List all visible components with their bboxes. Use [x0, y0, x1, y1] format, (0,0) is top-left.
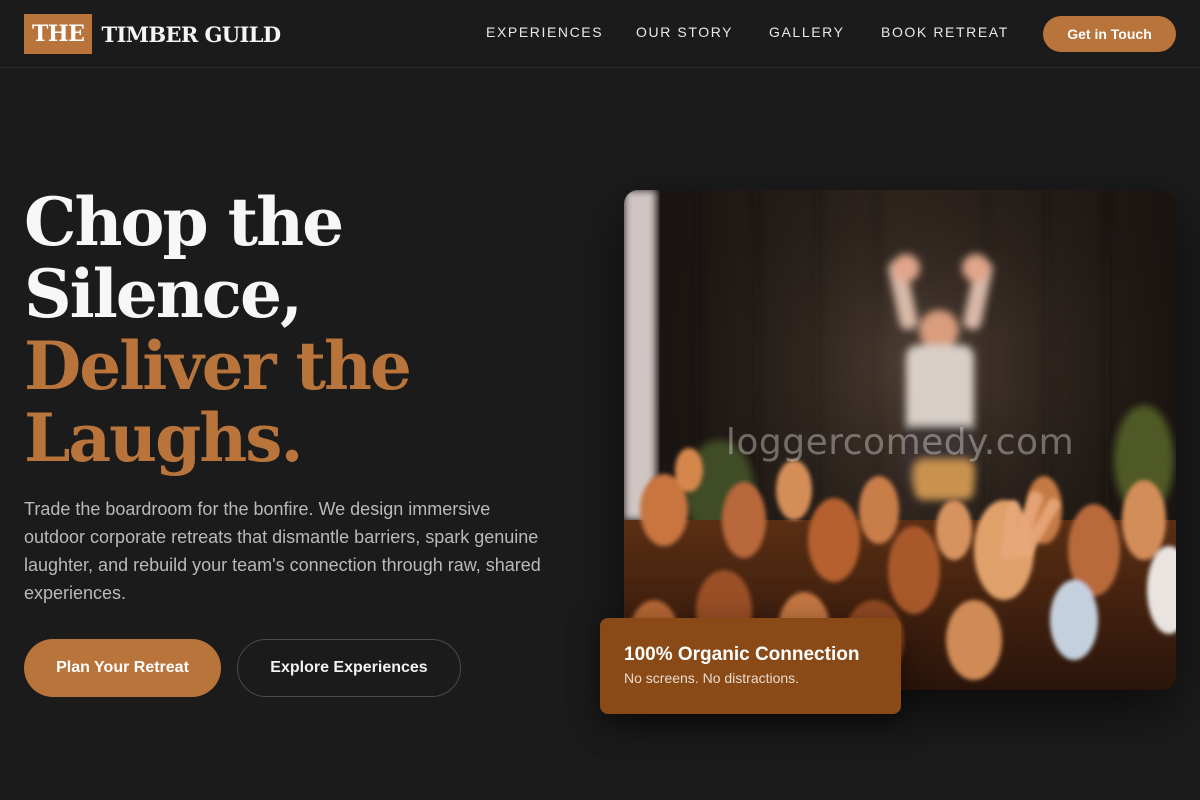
stat-card: 100% Organic Connection No screens. No d… — [600, 618, 901, 714]
nav-book-retreat[interactable]: BOOK RETREAT — [881, 24, 1009, 40]
plan-retreat-button[interactable]: Plan Your Retreat — [24, 639, 221, 697]
nav-experiences[interactable]: EXPERIENCES — [486, 24, 603, 40]
site-logo[interactable]: THE TIMBER GUILD — [24, 14, 281, 54]
hero-description: Trade the boardroom for the bonfire. We … — [24, 499, 541, 603]
image-watermark: loggercomedy.com — [725, 422, 1075, 463]
explore-experiences-button[interactable]: Explore Experiences — [237, 639, 461, 697]
headline-line-2: Silence, — [24, 255, 303, 333]
headline-line-3: Deliver the — [24, 327, 412, 405]
headline-line-1: Chop the — [24, 183, 344, 261]
headline-line-4: Laughs. — [24, 399, 303, 477]
get-in-touch-button[interactable]: Get in Touch — [1043, 16, 1176, 52]
nav-gallery[interactable]: GALLERY — [769, 24, 845, 40]
logo-text: TIMBER GUILD — [101, 21, 281, 47]
stat-card-subtitle: No screens. No distractions. — [624, 670, 800, 686]
hero-headline: Chop the Silence, Deliver the Laughs. — [24, 186, 584, 474]
site-header: THE TIMBER GUILD EXPERIENCES OUR STORY G… — [0, 0, 1200, 68]
stat-card-title: 100% Organic Connection — [624, 644, 860, 665]
hero-photo: loggercomedy.com — [624, 190, 1176, 690]
logo-badge: THE — [24, 14, 93, 54]
nav-our-story[interactable]: OUR STORY — [636, 24, 733, 40]
